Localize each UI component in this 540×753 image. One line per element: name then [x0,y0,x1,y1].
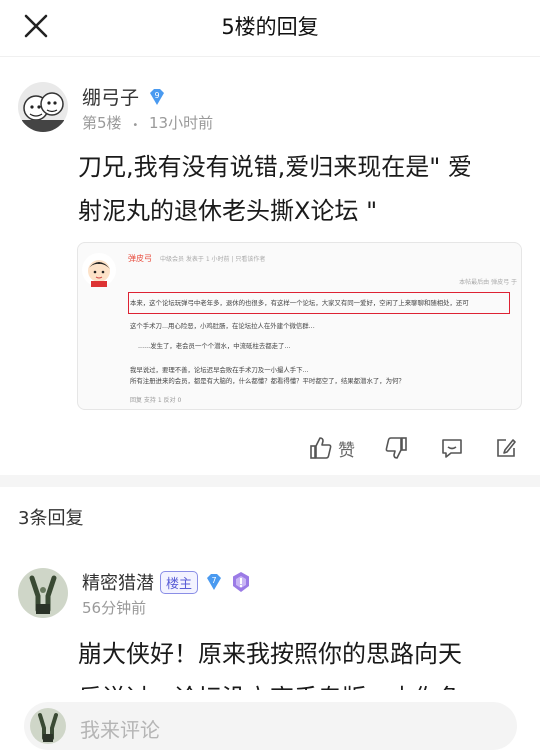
comment-button[interactable] [439,433,465,463]
like-label: 赞 [338,440,355,461]
embedded-edit-note: 本帖最后由 弹皮弓 于 [459,279,517,286]
embedded-meta: 中级会员 发表于 1 小时前 | 只看该作者 [160,256,266,263]
post-content: 刀兄,我有没有说错,爱归来现在是" 爱 射泥丸的退休老头撕X论坛 " [78,145,528,233]
comment-bar: 我来评论 [0,690,540,753]
level-number: 9 [154,91,159,100]
medal-icon [233,572,250,592]
header: 5楼的回复 [0,0,540,52]
post-author-name[interactable]: 绷弓子 [82,83,139,110]
section-divider [0,475,540,487]
header-divider [0,56,540,57]
comment-placeholder: 我来评论 [80,718,160,742]
post-image[interactable]: 弹皮弓 中级会员 发表于 1 小时前 | 只看该作者 本帖最后由 弹皮弓 于 本… [77,242,522,410]
embedded-text-line: ......发生了，老会员一个个潜水，中流砥柱去都走了... [138,342,291,350]
comment-input[interactable]: 我来评论 [24,702,517,750]
close-icon [24,14,48,38]
thumbs-up-icon [310,437,332,459]
post-meta: 第5楼 • 13小时前 [82,112,213,133]
page-title: 5楼的回复 [221,15,319,39]
edit-pencil-icon [497,439,516,457]
cartoon-boy-icon [88,260,110,287]
close-button[interactable] [20,10,52,42]
reply-time: 56分钟前 [82,599,147,617]
embedded-footer: 回复 支持 1 反对 0 [130,397,182,404]
replies-count: 3条回复 [18,508,84,529]
owner-badge: 楼主 [160,570,199,594]
embedded-avatar [82,253,116,287]
post-floor: 第5楼 [82,114,122,132]
embedded-text-line: 所有注册进来的会员，都是有大脑的，什么都懂？都看得懂？平时都空了，结果都潜水了，… [130,377,405,385]
cartoon-avatar-icon [18,82,68,132]
post-author-row: 绷弓子 9 [82,83,167,110]
embedded-text-line: 我早说过，要理不善，论坛迟早会败在手术刀及一小撮人手下... [130,366,309,374]
post-text-line: 刀兄,我有没有说错,爱归来现在是" 爱 [78,153,472,181]
post-action-bar: 赞 [0,433,540,463]
level-badge-icon: 7 [207,574,222,590]
slingshot-avatar-icon [18,568,68,618]
level-number: 7 [211,576,216,585]
reply-detail-page: 5楼的回复 绷弓子 9 第5楼 • 13小时前 刀兄,我有没有说错,爱归来现在是… [0,0,540,753]
like-button[interactable]: 赞 [308,433,355,463]
post-author-avatar[interactable] [18,82,68,132]
edit-button[interactable] [493,433,519,463]
post-text-line: 射泥丸的退休老头撕X论坛 " [78,197,378,225]
meta-separator: • [132,120,139,131]
comment-bubble-icon [442,439,462,458]
embedded-highlight-text: 本来，这个论坛玩弹弓中老年多，退休的也很多，有这样一个论坛，大家又有同一爱好，空… [130,299,469,307]
embedded-name: 弹皮弓 [128,254,152,263]
slingshot-avatar-icon [30,708,66,744]
reply-author-name[interactable]: 精密猎潜 [82,569,154,595]
thumbs-down-icon [385,437,407,459]
dislike-button[interactable] [383,433,409,463]
reply-author-avatar[interactable] [18,568,68,618]
reply-text-line: 崩大侠好！原来我按照你的思路向天 [78,640,462,668]
level-badge-icon: 9 [150,88,165,105]
current-user-avatar [30,708,66,744]
embedded-text-line: 这个手术刀...用心险恶，小鸡肚肠，在论坛拉人在外建个微信群... [130,322,315,330]
post-time: 13小时前 [149,114,214,132]
reply-author-row: 精密猎潜 楼主 7 [82,569,252,595]
